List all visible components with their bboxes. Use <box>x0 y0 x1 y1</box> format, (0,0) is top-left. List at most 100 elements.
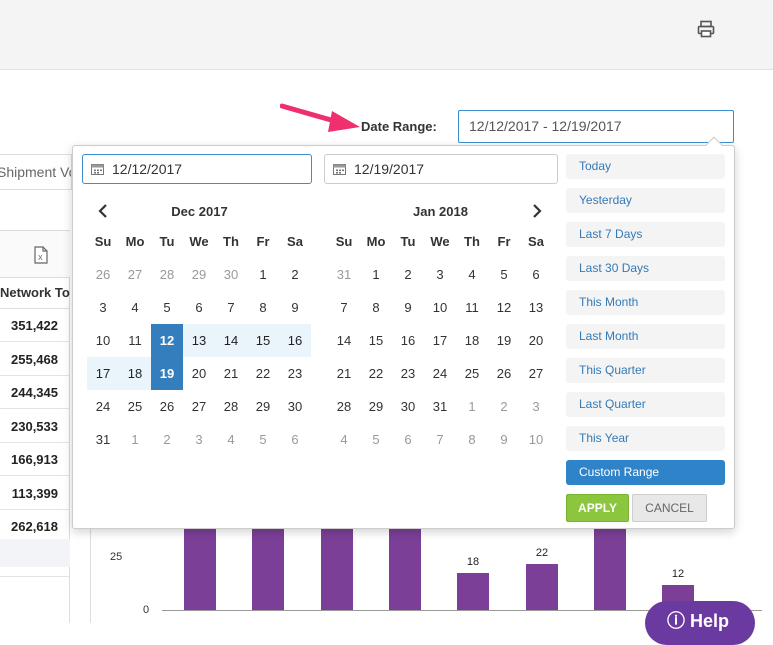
day-cell[interactable]: 20 <box>520 324 552 357</box>
day-cell[interactable]: 11 <box>119 324 151 357</box>
day-cell[interactable]: 1 <box>360 258 392 291</box>
day-cell[interactable]: 11 <box>456 291 488 324</box>
day-cell[interactable]: 3 <box>424 258 456 291</box>
next-month-icon[interactable] <box>527 202 545 220</box>
day-cell[interactable]: 30 <box>279 390 311 423</box>
day-cell[interactable]: 3 <box>87 291 119 324</box>
range-this-month[interactable]: This Month <box>566 290 725 315</box>
day-cell[interactable]: 5 <box>488 258 520 291</box>
range-last-month[interactable]: Last Month <box>566 324 725 349</box>
day-cell[interactable]: 13 <box>183 324 215 357</box>
day-cell[interactable]: 2 <box>392 258 424 291</box>
day-cell[interactable]: 20 <box>183 357 215 390</box>
day-cell[interactable]: 8 <box>456 423 488 456</box>
day-cell[interactable]: 10 <box>424 291 456 324</box>
day-cell[interactable]: 5 <box>360 423 392 456</box>
day-cell[interactable]: 8 <box>360 291 392 324</box>
chart-bar[interactable] <box>252 528 284 610</box>
cancel-button[interactable]: CANCEL <box>632 494 707 522</box>
day-cell[interactable]: 3 <box>520 390 552 423</box>
day-cell[interactable]: 25 <box>119 390 151 423</box>
day-cell[interactable]: 24 <box>87 390 119 423</box>
day-cell[interactable]: 5 <box>151 291 183 324</box>
day-cell[interactable]: 16 <box>392 324 424 357</box>
day-cell[interactable]: 28 <box>151 258 183 291</box>
day-cell[interactable]: 4 <box>119 291 151 324</box>
day-cell[interactable]: 31 <box>424 390 456 423</box>
day-cell[interactable]: 9 <box>392 291 424 324</box>
day-cell[interactable]: 14 <box>215 324 247 357</box>
day-cell[interactable]: 15 <box>360 324 392 357</box>
range-this-year[interactable]: This Year <box>566 426 725 451</box>
day-cell[interactable]: 8 <box>247 291 279 324</box>
printer-icon[interactable] <box>697 20 715 38</box>
day-cell[interactable]: 1 <box>119 423 151 456</box>
range-custom-range[interactable]: Custom Range <box>566 460 725 485</box>
day-cell[interactable]: 17 <box>424 324 456 357</box>
day-cell[interactable]: 29 <box>360 390 392 423</box>
day-cell[interactable]: 31 <box>87 423 119 456</box>
day-cell[interactable]: 9 <box>488 423 520 456</box>
day-cell[interactable]: 17 <box>87 357 119 390</box>
chart-bar[interactable] <box>321 528 353 610</box>
range-last-quarter[interactable]: Last Quarter <box>566 392 725 417</box>
day-cell[interactable]: 7 <box>328 291 360 324</box>
day-cell[interactable]: 7 <box>424 423 456 456</box>
day-cell[interactable]: 6 <box>520 258 552 291</box>
day-cell[interactable]: 9 <box>279 291 311 324</box>
day-cell[interactable]: 16 <box>279 324 311 357</box>
day-cell[interactable]: 26 <box>151 390 183 423</box>
apply-button[interactable]: APPLY <box>566 494 629 522</box>
start-date-input[interactable]: 12/12/2017 <box>82 154 312 184</box>
chart-bar[interactable] <box>526 564 558 610</box>
day-cell[interactable]: 2 <box>279 258 311 291</box>
range-last-7-days[interactable]: Last 7 Days <box>566 222 725 247</box>
chart-bar[interactable] <box>184 528 216 610</box>
day-cell[interactable]: 1 <box>247 258 279 291</box>
range-this-quarter[interactable]: This Quarter <box>566 358 725 383</box>
day-cell[interactable]: 22 <box>360 357 392 390</box>
day-cell[interactable]: 10 <box>87 324 119 357</box>
day-cell[interactable]: 30 <box>215 258 247 291</box>
end-date-input[interactable]: 12/19/2017 <box>324 154 558 184</box>
range-last-30-days[interactable]: Last 30 Days <box>566 256 725 281</box>
day-cell[interactable]: 26 <box>488 357 520 390</box>
day-cell[interactable]: 6 <box>392 423 424 456</box>
day-cell[interactable]: 14 <box>328 324 360 357</box>
range-yesterday[interactable]: Yesterday <box>566 188 725 213</box>
chart-bar[interactable] <box>594 528 626 610</box>
day-cell[interactable]: 18 <box>456 324 488 357</box>
day-cell[interactable]: 12 <box>151 324 183 357</box>
date-range-input[interactable]: 12/12/2017 - 12/19/2017 <box>458 110 734 143</box>
day-cell[interactable]: 21 <box>328 357 360 390</box>
day-cell[interactable]: 2 <box>488 390 520 423</box>
day-cell[interactable]: 31 <box>328 258 360 291</box>
day-cell[interactable]: 6 <box>279 423 311 456</box>
day-cell[interactable]: 15 <box>247 324 279 357</box>
day-cell[interactable]: 27 <box>119 258 151 291</box>
day-cell[interactable]: 3 <box>183 423 215 456</box>
tab-shipment-volume[interactable]: Shipment Volume <box>0 154 72 190</box>
day-cell[interactable]: 29 <box>247 390 279 423</box>
day-cell[interactable]: 4 <box>328 423 360 456</box>
day-cell[interactable]: 18 <box>119 357 151 390</box>
day-cell[interactable]: 29 <box>183 258 215 291</box>
day-cell[interactable]: 28 <box>328 390 360 423</box>
day-cell[interactable]: 26 <box>87 258 119 291</box>
chart-bar[interactable] <box>457 573 489 610</box>
day-cell[interactable]: 13 <box>520 291 552 324</box>
day-cell[interactable]: 23 <box>279 357 311 390</box>
day-cell[interactable]: 30 <box>392 390 424 423</box>
excel-export-icon[interactable]: X <box>33 246 49 264</box>
day-cell[interactable]: 10 <box>520 423 552 456</box>
day-cell[interactable]: 2 <box>151 423 183 456</box>
day-cell[interactable]: 1 <box>456 390 488 423</box>
day-cell[interactable]: 6 <box>183 291 215 324</box>
day-cell[interactable]: 4 <box>456 258 488 291</box>
day-cell[interactable]: 4 <box>215 423 247 456</box>
day-cell[interactable]: 7 <box>215 291 247 324</box>
day-cell[interactable]: 28 <box>215 390 247 423</box>
help-button[interactable]: ⓘ Help <box>645 601 755 645</box>
day-cell[interactable]: 22 <box>247 357 279 390</box>
day-cell[interactable]: 23 <box>392 357 424 390</box>
